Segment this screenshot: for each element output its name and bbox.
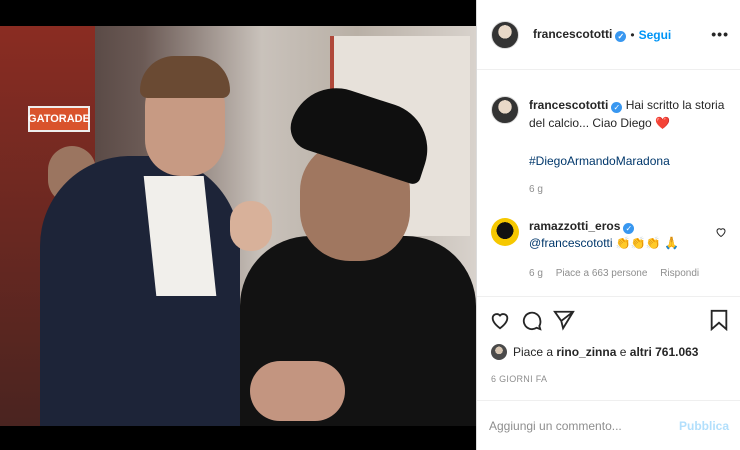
reply-button[interactable]: Rispondi [660,268,699,279]
likes-summary: Piace a rino_zinna e altri 761.063 [491,344,698,360]
photo-hand [250,361,345,421]
likes-others[interactable]: altri 761.063 [630,345,699,359]
comment-bubble-icon[interactable] [521,309,543,331]
like-heart-icon[interactable] [489,309,511,331]
comments-section: francescototti ✓ Hai scritto la storia de… [477,70,740,292]
comment-likes[interactable]: Piace a 663 persone [556,268,648,279]
post-header: francescototti ✓ • Segui ••• [477,0,740,70]
heart-emoji: ❤️ [655,116,671,130]
commenter-avatar[interactable] [491,218,519,246]
comment-mention[interactable]: @francescototti [529,236,613,250]
likes-prefix: Piace a [513,345,554,359]
caption-username[interactable]: francescototti [529,98,608,112]
commenter-username[interactable]: ramazzotti_eros [529,219,620,233]
verified-badge-icon: ✓ [611,102,623,113]
author-username-text[interactable]: francescototti [533,27,612,41]
author-avatar[interactable] [491,20,519,49]
comment-emoji: 👏👏👏 🙏 [615,236,680,250]
comment-meta: 6 g Piace a 663 persone Rispondi [529,268,709,279]
comment-like-heart-icon[interactable] [715,226,727,238]
photo-person-left-shirt [143,176,217,296]
separator-dot: • [630,27,635,42]
photo-background-child [230,201,272,251]
screen: GATORADE francescototti✓ • Segui ••• fr [0,0,740,450]
more-options-icon[interactable]: ••• [711,26,729,42]
liker-avatar[interactable] [491,344,507,360]
verified-badge-icon: ✓ [615,31,627,42]
caption-time[interactable]: 6 g [529,184,543,195]
action-bar [477,296,740,336]
caption-avatar[interactable] [491,96,519,124]
follow-button[interactable]: Segui [639,28,672,42]
save-bookmark-icon[interactable] [709,309,729,331]
publish-button[interactable]: Pubblica [679,419,729,433]
photo-person-left-hair [140,56,230,98]
photo-sign: GATORADE [28,106,90,132]
comment-input[interactable]: Aggiungi un commento... [489,419,622,433]
caption-hashtag[interactable]: #DiegoArmandoMaradona [529,154,670,168]
liker-username[interactable]: rino_zinna [556,345,616,359]
comment-text: ramazzotti_eros ✓ @francescototti 👏👏👏 🙏 [529,218,704,252]
post-side-panel: francescototti ✓ • Segui ••• francescotot… [476,0,740,450]
comment-time[interactable]: 6 g [529,268,543,279]
add-comment-bar: Aggiungi un commento... Pubblica [477,400,740,450]
post-photo[interactable]: GATORADE [0,26,476,426]
caption-text: francescototti ✓ Hai scritto la storia de… [529,96,729,132]
likes-connector: e [619,345,627,359]
post-date: 6 GIORNI FA [491,374,548,384]
author-username[interactable]: francescototti ✓ [533,27,627,42]
verified-badge-icon: ✓ [623,223,635,234]
share-plane-icon[interactable] [553,309,575,331]
